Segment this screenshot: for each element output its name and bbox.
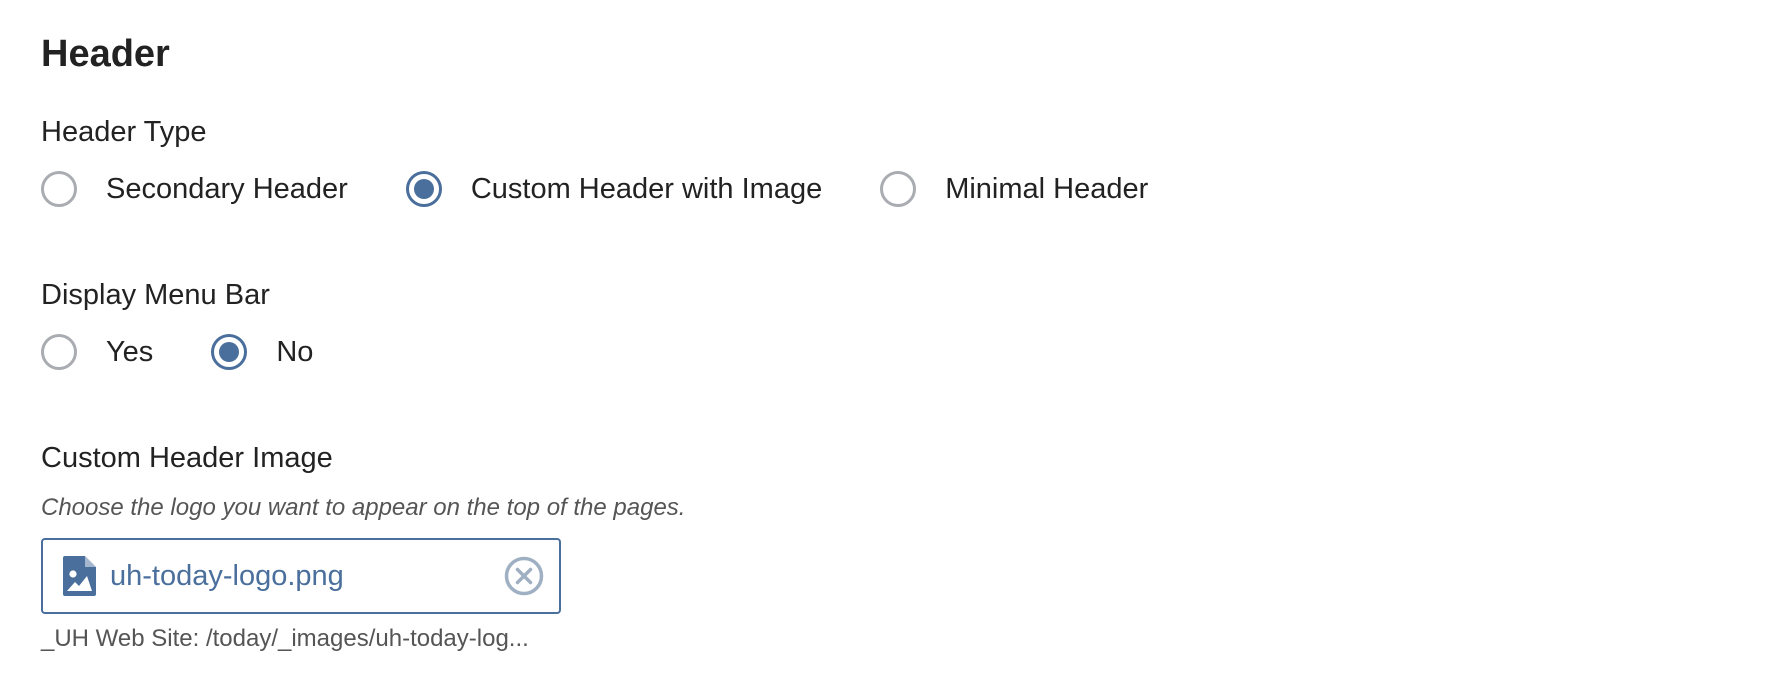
radio-button[interactable] [41, 334, 77, 370]
image-file-icon [63, 556, 96, 596]
radio-button-selected[interactable] [211, 334, 248, 370]
radio-button[interactable] [880, 171, 917, 207]
radio-secondary-header[interactable]: Secondary Header [41, 170, 348, 208]
radio-custom-header-with-image[interactable]: Custom Header with Image [405, 170, 823, 208]
radio-label: Secondary Header [106, 173, 348, 205]
section-title: Header [41, 33, 170, 75]
radio-button[interactable] [41, 171, 77, 207]
header-type-label: Header Type [41, 116, 207, 148]
file-name[interactable]: uh-today-logo.png [110, 560, 503, 593]
menu-bar-radio-group: Yes No [41, 329, 371, 375]
header-type-radio-group: Secondary Header Custom Header with Imag… [41, 166, 1206, 212]
radio-button-selected[interactable] [405, 171, 442, 207]
file-chooser[interactable]: uh-today-logo.png [41, 538, 561, 614]
close-circle-icon[interactable] [503, 555, 545, 597]
radio-label: Custom Header with Image [470, 173, 823, 205]
radio-label: Yes [106, 336, 154, 368]
radio-label: No [276, 336, 314, 368]
file-path: _UH Web Site: /today/_images/uh-today-lo… [41, 625, 529, 652]
radio-minimal-header[interactable]: Minimal Header [880, 170, 1148, 208]
radio-no[interactable]: No [211, 333, 313, 371]
radio-label: Minimal Header [945, 173, 1149, 205]
radio-yes[interactable]: Yes [41, 333, 153, 371]
header-image-help-text: Choose the logo you want to appear on th… [41, 494, 686, 521]
menu-bar-label: Display Menu Bar [41, 279, 270, 311]
header-image-label: Custom Header Image [41, 442, 333, 474]
